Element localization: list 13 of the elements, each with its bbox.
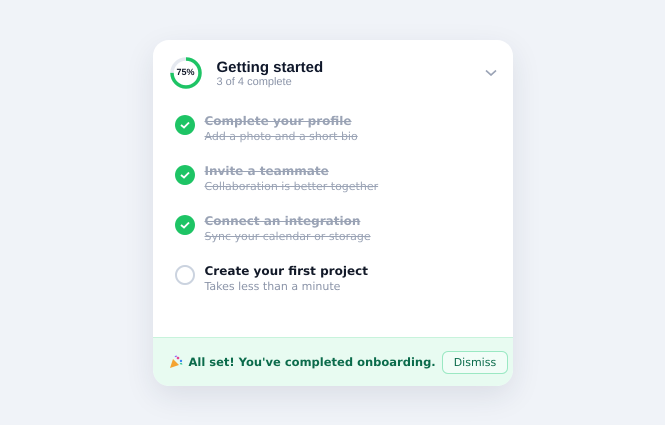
completion-message: All set! You've completed onboarding. [188, 355, 436, 369]
task-title: Create your first project [204, 264, 368, 278]
task-description: Takes less than a minute [204, 280, 340, 293]
progress-subtitle: 3 of 4 complete [216, 76, 292, 88]
task-description: Add a photo and a short bio [204, 130, 358, 143]
card-title: Getting started [216, 58, 324, 76]
task-description: Sync your calendar or storage [204, 230, 371, 243]
task-title: Invite a teammate [204, 164, 329, 178]
task-description: Collaboration is better together [204, 180, 378, 193]
task-title: Complete your profile [204, 114, 352, 128]
dismiss-button[interactable]: Dismiss [442, 350, 508, 374]
task-title: Connect an integration [204, 214, 360, 228]
progress-percent: 75% [175, 67, 196, 77]
